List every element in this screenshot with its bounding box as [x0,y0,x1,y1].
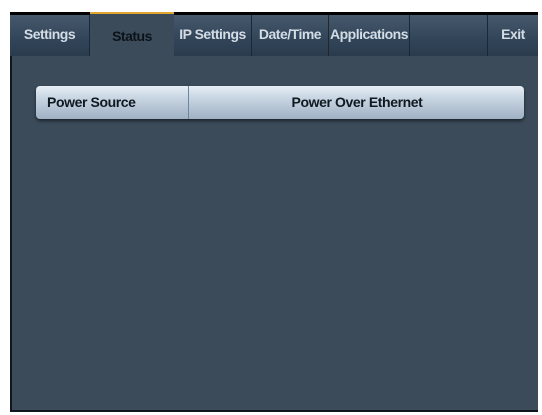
power-source-value: Power Over Ethernet [291,94,423,110]
tab-bar: Settings Status IP Settings Date/Time Ap… [10,12,538,56]
tab-empty [410,15,488,56]
tab-applications[interactable]: Applications [329,15,410,56]
status-panel: Power Source Power Over Ethernet [10,56,538,412]
tab-ip-settings[interactable]: IP Settings [174,15,252,56]
tab-date-time[interactable]: Date/Time [252,15,329,56]
power-source-row: Power Source Power Over Ethernet [36,86,524,119]
power-source-label: Power Source [36,86,189,119]
tab-settings[interactable]: Settings [10,15,90,56]
tab-status[interactable]: Status [90,12,174,56]
tab-exit[interactable]: Exit [488,15,538,56]
device-screen: Settings Status IP Settings Date/Time Ap… [10,12,538,412]
